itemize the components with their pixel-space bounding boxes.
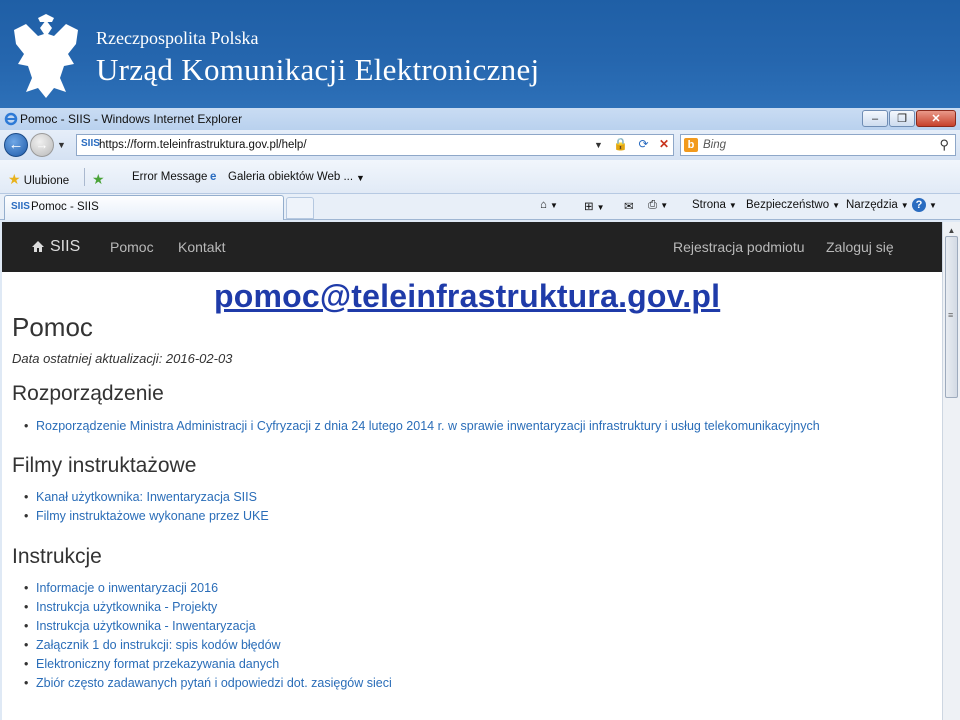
- minimize-button[interactable]: –: [862, 110, 888, 127]
- bing-icon: b: [684, 138, 698, 152]
- tab-favicon-icon: SIIS: [11, 201, 30, 212]
- nav-link-zaloguj[interactable]: Zaloguj się: [826, 239, 894, 255]
- list-item-link[interactable]: Kanał użytkownika: Inwentaryzacja SIIS: [24, 490, 257, 504]
- list-item-link[interactable]: Elektroniczny format przekazywania danyc…: [24, 657, 279, 671]
- home-icon: [32, 241, 44, 252]
- history-dropdown-icon[interactable]: ▼: [57, 140, 66, 150]
- web-slice-gallery-icon: e: [210, 171, 217, 183]
- page-title: Pomoc: [12, 312, 93, 342]
- nav-link-kontakt[interactable]: Kontakt: [178, 239, 225, 255]
- new-tab-button[interactable]: [286, 197, 314, 219]
- stop-icon[interactable]: ✕: [659, 137, 669, 151]
- rss-feeds-icon[interactable]: ⊞ ▼: [584, 199, 605, 213]
- nav-link-pomoc[interactable]: Pomoc: [110, 239, 154, 255]
- list-item-link[interactable]: Filmy instruktażowe wykonane przez UKE: [24, 509, 269, 523]
- nav-link-rejestracja[interactable]: Rejestracja podmiotu: [673, 239, 805, 255]
- menu-strona[interactable]: Strona ▼: [692, 199, 737, 211]
- read-mail-icon[interactable]: ✉: [624, 199, 634, 213]
- list-item-link[interactable]: Załącznik 1 do instrukcji: spis kodów bł…: [24, 638, 281, 652]
- site-favicon-icon: SIIS: [81, 138, 100, 149]
- home-icon[interactable]: ⌂ ▼: [540, 199, 558, 211]
- favorites-label: Ulubione: [23, 175, 70, 187]
- scrollbar-thumb[interactable]: ≡: [945, 236, 958, 398]
- favorite-link-web-slice-gallery[interactable]: Galeria obiektów Web ...: [228, 171, 353, 183]
- list-item-link[interactable]: Instrukcja użytkownika - Projekty: [24, 600, 217, 614]
- favorites-button[interactable]: ★ Ulubione: [8, 171, 69, 188]
- section-title-instrukcje: Instrukcje: [12, 545, 102, 568]
- vertical-scrollbar[interactable]: ▲ ≡: [942, 222, 960, 720]
- ie-window: Pomoc - SIIS - Windows Internet Explorer…: [0, 108, 960, 720]
- section-title-filmy: Filmy instruktażowe: [12, 454, 197, 477]
- maximize-button[interactable]: ❐: [889, 110, 915, 127]
- list-item-link[interactable]: Instrukcja użytkownika - Inwentaryzacja: [24, 619, 256, 633]
- polish-eagle-emblem-icon: [14, 14, 78, 98]
- menu-narzedzia-label: Narzędzia: [846, 199, 898, 211]
- help-email-callout[interactable]: pomoc@teleinfrastruktura.gov.pl: [214, 278, 720, 315]
- menu-bezpieczenstwo[interactable]: Bezpieczeństwo ▼: [746, 199, 840, 211]
- refresh-icon[interactable]: ⟳: [639, 137, 649, 151]
- menu-strona-label: Strona: [692, 199, 726, 211]
- help-icon[interactable]: ? ▼: [912, 198, 937, 212]
- toolbar-divider: [84, 168, 85, 186]
- slide-banner: Rzeczpospolita Polska Urząd Komunikacji …: [0, 0, 960, 108]
- site-brand-link[interactable]: SIIS: [50, 238, 80, 256]
- forward-button[interactable]: →: [30, 133, 54, 157]
- address-url: https://form.teleinfrastruktura.gov.pl/h…: [99, 139, 307, 151]
- ie-logo-icon: [4, 112, 18, 126]
- window-title: Pomoc - SIIS - Windows Internet Explorer: [20, 112, 243, 126]
- navigation-bar: ← → ▼ SIIS https://form.teleinfrastruktu…: [0, 130, 960, 160]
- menu-bezpieczenstwo-label: Bezpieczeństwo: [746, 199, 830, 211]
- print-icon[interactable]: ⎙ ▼: [648, 199, 668, 212]
- scrollbar-grip-icon: ≡: [948, 310, 954, 320]
- last-update-date: Data ostatniej aktualizacji: 2016-02-03: [12, 351, 233, 366]
- banner-title: Urząd Komunikacji Elektronicznej: [96, 52, 540, 87]
- tab-row: SIIS Pomoc - SIIS ⌂ ▼ ⊞ ▼ ✉ ⎙ ▼ Strona ▼ Bez…: [0, 194, 960, 220]
- add-favorite-icon[interactable]: ★: [92, 171, 105, 188]
- site-navbar: SIIS Pomoc Kontakt Rejestracja podmiotu …: [2, 222, 942, 272]
- search-placeholder: Bing: [703, 139, 727, 151]
- web-slice-dropdown-icon[interactable]: ▼: [356, 173, 365, 183]
- search-icon[interactable]: ⚲: [939, 137, 949, 153]
- tab-pomoc-siis[interactable]: SIIS Pomoc - SIIS: [4, 195, 284, 220]
- web-page-content: SIIS Pomoc Kontakt Rejestracja podmiotu …: [2, 222, 942, 720]
- back-button[interactable]: ←: [4, 133, 28, 157]
- tab-title: Pomoc - SIIS: [31, 201, 99, 213]
- list-item-link[interactable]: Rozporządzenie Ministra Administracji i …: [24, 419, 820, 433]
- list-item-link[interactable]: Informacje o inwentaryzacji 2016: [24, 581, 218, 595]
- favorites-bar: ★ Ulubione ★ Error Message e Galeria obi…: [0, 160, 960, 194]
- banner-subtitle: Rzeczpospolita Polska: [96, 28, 259, 48]
- section-title-rozporzadzenie: Rozporządzenie: [12, 382, 164, 405]
- window-titlebar: Pomoc - SIIS - Windows Internet Explorer…: [0, 108, 960, 130]
- close-button[interactable]: ✕: [916, 110, 956, 127]
- address-bar[interactable]: SIIS https://form.teleinfrastruktura.gov…: [76, 134, 674, 156]
- search-box[interactable]: b Bing ⚲: [680, 134, 956, 156]
- lock-icon[interactable]: 🔒: [613, 137, 628, 151]
- favorites-star-icon: ★: [8, 171, 21, 187]
- address-dropdown-icon[interactable]: ▼: [594, 140, 603, 150]
- list-item-link[interactable]: Zbiór często zadawanych pytań i odpowied…: [24, 676, 392, 690]
- menu-narzedzia[interactable]: Narzędzia ▼: [846, 199, 909, 211]
- favorite-link-error-message[interactable]: Error Message: [132, 171, 207, 183]
